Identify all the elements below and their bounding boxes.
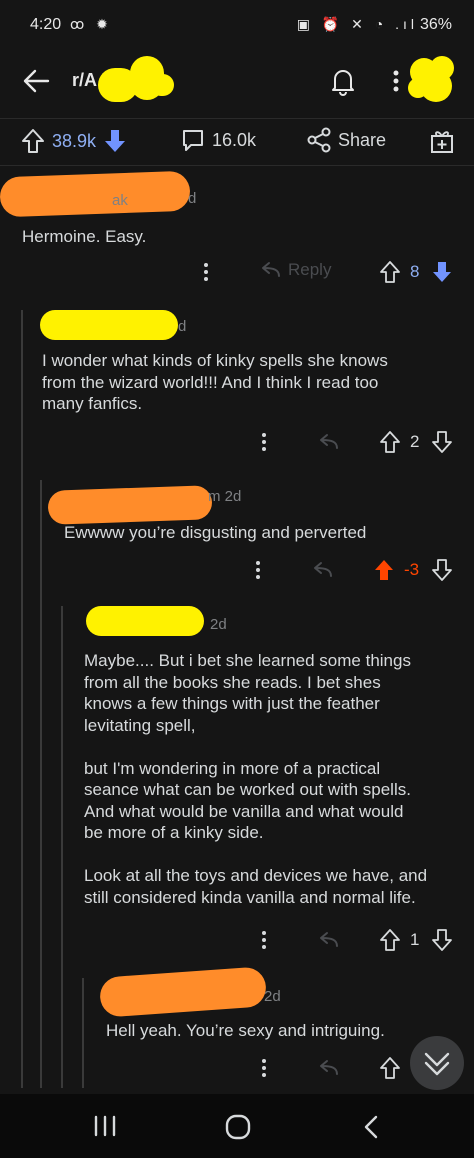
comment-age: 2d	[210, 616, 227, 633]
back-arrow-icon[interactable]	[20, 64, 54, 98]
comment-author[interactable]: ak	[112, 192, 128, 209]
comment-actions: -3	[0, 558, 474, 586]
comment-score: 8	[410, 262, 420, 281]
status-left-icons: ꝏ ✹	[70, 16, 112, 32]
status-time: 4:20	[30, 16, 62, 33]
scroll-down-button[interactable]	[410, 1036, 464, 1090]
more-vertical-icon[interactable]	[198, 260, 214, 284]
comment: m 2d Ewwww you’re disgusting and pervert…	[0, 478, 474, 588]
comment-actions	[0, 1056, 474, 1084]
gift-icon	[431, 131, 453, 153]
reply-icon[interactable]	[316, 1058, 340, 1078]
comment-count: 16.0k	[212, 129, 257, 150]
share-label: Share	[338, 129, 387, 150]
downvote-icon[interactable]	[430, 928, 454, 952]
upvote-icon[interactable]	[378, 260, 402, 284]
reply-button[interactable]: Reply	[258, 260, 331, 280]
downvote-icon[interactable]	[102, 127, 128, 155]
reply-icon	[262, 262, 280, 277]
share-button[interactable]: Share	[306, 127, 386, 153]
home-icon[interactable]	[224, 1114, 252, 1140]
system-nav-bar	[0, 1094, 474, 1158]
upvote-count: 38.9k	[52, 130, 97, 151]
upvote-icon[interactable]	[20, 127, 46, 155]
comment-actions: 1	[0, 928, 474, 956]
downvote-icon[interactable]	[430, 260, 454, 284]
avatar[interactable]	[404, 52, 460, 104]
comment-actions: 2	[0, 430, 474, 458]
comment-age: m 2d	[208, 488, 242, 505]
reply-icon[interactable]	[310, 560, 334, 580]
award-button[interactable]	[428, 127, 456, 155]
comment-body: Hermoine. Easy.	[22, 227, 147, 246]
status-right-icons: ▣ ⏰ ✕ ◔ .ıl	[296, 16, 418, 32]
upvote-icon[interactable]	[378, 928, 402, 952]
reply-label: Reply	[288, 260, 332, 279]
post-vote: 38.9k	[20, 127, 128, 155]
more-vertical-icon[interactable]	[250, 558, 266, 582]
comment-score: 2	[410, 432, 420, 451]
redaction-mark	[0, 170, 191, 218]
more-vertical-icon[interactable]	[256, 430, 272, 454]
redaction-mark	[150, 74, 174, 96]
share-icon	[307, 127, 331, 153]
recent-apps-icon[interactable]	[92, 1114, 118, 1138]
comment: d I wonder what kinds of kinky spells sh…	[0, 306, 474, 466]
app-header: r/A R d t	[0, 48, 474, 114]
comment-age: d	[188, 190, 197, 207]
more-vertical-icon[interactable]	[256, 1056, 272, 1080]
comment-actions: Reply 8	[0, 260, 474, 288]
more-vertical-icon[interactable]	[256, 928, 272, 952]
comments-button[interactable]: 16.0k	[180, 127, 256, 153]
redaction-mark	[86, 606, 204, 636]
reply-icon[interactable]	[316, 930, 340, 950]
post-action-bar: 38.9k 16.0k Share	[0, 118, 474, 166]
upvote-icon[interactable]	[378, 1056, 402, 1080]
comment-body: Maybe.... But i bet she learned some thi…	[84, 651, 428, 907]
back-nav-icon[interactable]	[360, 1114, 384, 1140]
comment: ak d Hermoine. Easy. Reply 8	[0, 170, 474, 290]
comment-body: Ewwww you’re disgusting and perverted	[64, 523, 367, 542]
comment-age: 2d	[264, 988, 281, 1005]
reply-icon[interactable]	[316, 432, 340, 452]
comment-body: Hell yeah. You’re sexy and intriguing.	[106, 1021, 385, 1040]
upvote-icon[interactable]	[372, 558, 396, 582]
redaction-mark	[98, 966, 268, 1018]
battery-level: 36%	[419, 16, 452, 33]
downvote-icon[interactable]	[430, 558, 454, 582]
upvote-icon[interactable]	[378, 430, 402, 454]
bell-icon[interactable]	[326, 64, 360, 98]
comment-body: I wonder what kinds of kinky spells she …	[42, 351, 388, 413]
redaction-mark	[47, 485, 213, 525]
comment: 2d Maybe.... But i bet she learned some …	[0, 604, 474, 954]
downvote-icon[interactable]	[430, 430, 454, 454]
comment-score: 1	[410, 930, 420, 949]
comment: 2d Hell yeah. You’re sexy and intriguing…	[0, 966, 474, 1086]
status-bar: 4:20 ꝏ ✹ ▣ ⏰ ✕ ◔ .ıl 36%	[0, 0, 474, 48]
comment-bubble-icon	[183, 130, 203, 151]
redaction-mark	[40, 310, 178, 340]
chevron-double-down-icon	[424, 1052, 450, 1076]
comment-score: -3	[404, 560, 420, 579]
comment-age: d	[178, 318, 187, 335]
